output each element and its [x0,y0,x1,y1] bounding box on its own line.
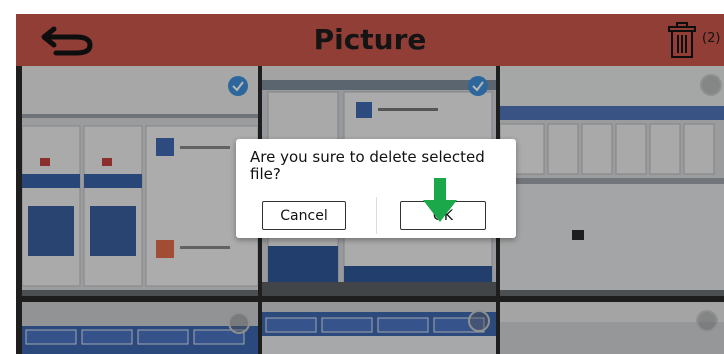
gallery-screen: Picture (2) Are you sure to delete selec… [16,14,724,354]
cancel-button[interactable]: Cancel [262,201,346,230]
down-arrow-icon [423,178,457,222]
delete-confirm-dialog: Are you sure to delete selected file? Ca… [236,139,516,238]
button-divider [376,197,377,234]
dialog-message: Are you sure to delete selected file? [250,148,485,183]
